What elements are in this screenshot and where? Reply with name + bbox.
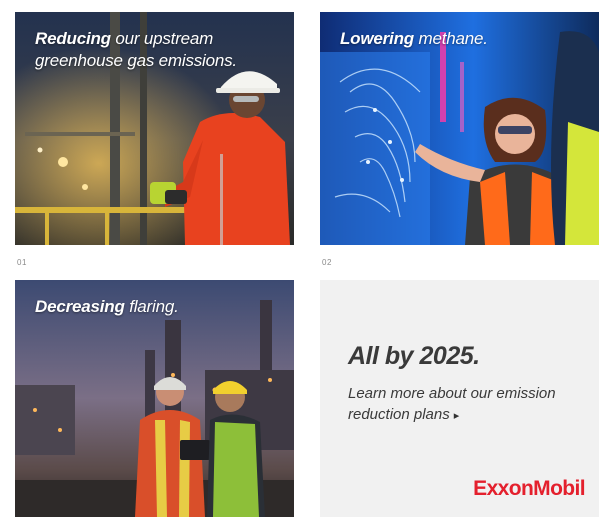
- learn-more-link[interactable]: Learn more about our emission reduction …: [348, 383, 578, 427]
- exxonmobil-logo: ExxonMobil: [473, 477, 585, 500]
- arrow-right-icon: ▸: [453, 410, 460, 422]
- photo-tile-reducing[interactable]: Reducing our upstream greenhouse gas emi…: [15, 12, 294, 245]
- tile-caption: Lowering methane.: [340, 28, 583, 50]
- caption-highlight: Lowering: [340, 29, 414, 48]
- photo-tile-decreasing[interactable]: Decreasing flaring.: [15, 280, 294, 517]
- learn-more-link-text: Learn more about our emission reduction …: [348, 385, 556, 423]
- tile-number: 02: [322, 258, 332, 267]
- caption-text: flaring.: [124, 297, 179, 316]
- tile-caption: Reducing our upstream greenhouse gas emi…: [35, 28, 278, 72]
- tile-number: 01: [17, 258, 27, 267]
- tile-caption: Decreasing flaring.: [35, 296, 278, 318]
- cta-heading: All by 2025.: [348, 342, 480, 370]
- caption-highlight: Reducing: [35, 29, 111, 48]
- cta-panel: All by 2025. Learn more about our emissi…: [320, 280, 599, 517]
- caption-text: methane.: [413, 29, 488, 48]
- photo-tile-lowering[interactable]: Lowering methane.: [320, 12, 599, 245]
- caption-highlight: Decreasing: [35, 297, 125, 316]
